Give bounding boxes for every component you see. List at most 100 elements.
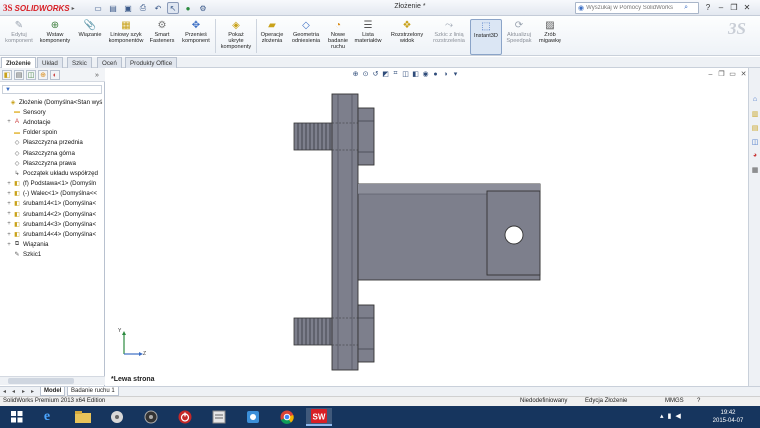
insert-components-button[interactable]: ⊕ Wstaw komponenty <box>36 19 74 55</box>
feature-tree-item[interactable]: + ◧ śrubam14<3> (Domyślna< <box>2 219 105 229</box>
feature-tree-item[interactable]: ◇ Płaszczyzna górna <box>2 148 105 158</box>
edit-component-button[interactable]: ✎ Edytuj komponent <box>4 19 34 55</box>
expand-toggle-icon[interactable]: + <box>6 232 12 238</box>
instant3d-button[interactable]: ⬚ Instant3D <box>470 19 502 55</box>
status-help-icon[interactable]: ? <box>697 397 700 406</box>
tab-layout[interactable]: Układ <box>37 57 63 68</box>
design-library-icon[interactable]: ▥ <box>750 108 760 119</box>
volume-icon[interactable]: ◀ <box>675 412 680 420</box>
minimize-icon[interactable]: – <box>716 1 726 14</box>
tab-nav-first-icon[interactable]: ◂ <box>3 388 6 395</box>
graphics-area[interactable]: ⊕ ⊙ ↺ ◩ ⌗ ◫ ◧ ◉ ● ◑ ▾ – ❐ ▭ ✕ Y Z *Lewa … <box>106 68 748 386</box>
expand-toggle-icon[interactable]: + <box>6 191 12 197</box>
tab-office-products[interactable]: Produkty Office <box>125 57 178 68</box>
base-plate[interactable] <box>331 93 359 371</box>
scrollbar-thumb[interactable] <box>8 378 74 384</box>
tab-model[interactable]: Model <box>40 387 66 396</box>
file-explorer-taskbar-icon[interactable] <box>70 408 96 426</box>
show-hidden-components-button[interactable]: ◈ Pokaż ukryte komponenty <box>217 19 255 55</box>
explode-line-sketch-button[interactable]: ⤳ Szkic z linią rozstrzelenia <box>430 19 468 55</box>
new-icon[interactable]: ▭ <box>92 2 104 14</box>
tab-sketch[interactable]: Szkic <box>67 57 92 68</box>
options-icon[interactable]: ⚙ <box>197 2 209 14</box>
feature-tree-item[interactable]: + ◧ śrubam14<2> (Domyślna< <box>2 209 105 219</box>
view-palette-icon[interactable]: ◫ <box>750 136 760 147</box>
internet-explorer-icon[interactable]: e <box>34 408 60 426</box>
linear-pattern-button[interactable]: ▦ Liniowy szyk komponentów <box>105 19 147 55</box>
expand-toggle-icon[interactable]: + <box>6 211 12 217</box>
status-units[interactable]: MMGS <box>665 397 684 406</box>
feature-tree-item[interactable]: + ◧ śrubam14<4> (Domyślna< <box>2 229 105 239</box>
tab-nav-prev-icon[interactable]: ◂ <box>12 388 15 395</box>
rebuild-icon[interactable]: ● <box>182 2 194 14</box>
search-icon[interactable]: ⌕ <box>684 4 688 12</box>
dimxpert-tab-icon[interactable]: ⊕ <box>38 70 48 80</box>
undo-icon[interactable]: ↶ <box>152 2 164 14</box>
close-icon[interactable]: ✕ <box>742 1 752 14</box>
settings-app-icon[interactable] <box>240 408 266 426</box>
feature-tree-item[interactable]: ↳ Początek układu współrzęd <box>2 168 105 178</box>
expand-toggle-icon[interactable]: + <box>6 201 12 207</box>
assembly-features-button[interactable]: ▰ Operacje złożenia <box>258 19 286 55</box>
feature-tree-item[interactable]: + ◧ (-) Walec<1> (Domyślna<< <box>2 189 105 199</box>
help-icon[interactable]: ? <box>703 1 713 14</box>
feature-tree-tab-icon[interactable]: ◧ <box>2 70 12 80</box>
restore-icon[interactable]: ❐ <box>729 1 739 14</box>
configuration-manager-tab-icon[interactable]: ◫ <box>26 70 36 80</box>
print-icon[interactable]: ⎙ <box>137 2 149 14</box>
cylinder[interactable] <box>357 183 541 281</box>
tray-arrow-icon[interactable]: ▴ <box>660 412 664 420</box>
windows-start-icon[interactable] <box>4 408 30 426</box>
feature-tree-item[interactable]: ◈ Złożenie (Domyślna<Stan wyś <box>2 97 105 107</box>
network-icon[interactable]: ▮ <box>668 412 672 420</box>
custom-properties-icon[interactable]: ▦ <box>750 164 760 175</box>
solidworks-resources-icon[interactable]: ⌂ <box>750 94 760 105</box>
bolt-head-top[interactable] <box>357 107 375 166</box>
update-speedpak-button[interactable]: ⟳ Aktualizuj Speedpak <box>504 19 534 55</box>
notepad-app-icon[interactable] <box>206 408 232 426</box>
tab-evaluate[interactable]: Oceń <box>97 57 122 68</box>
feature-tree-item[interactable]: + ◧ śrubam14<1> (Domyślna< <box>2 199 105 209</box>
expand-panel-icon[interactable]: » <box>92 70 102 80</box>
bolt-head-bottom[interactable] <box>357 304 375 363</box>
feature-tree-item[interactable]: ◇ Płaszczyzna prawa <box>2 158 105 168</box>
solidworks-taskbar-icon[interactable]: SW <box>306 408 332 426</box>
feature-tree-item[interactable]: ◇ Płaszczyzna przednia <box>2 138 105 148</box>
take-snapshot-button[interactable]: ▨ Zrób migawkę <box>536 19 564 55</box>
smart-fasteners-button[interactable]: ⚙ Smart Fasteners <box>148 19 176 55</box>
media-player-icon[interactable] <box>104 408 130 426</box>
feature-tree-item[interactable]: + ◧ (f) Podstawa<1> (Domyśln <box>2 179 105 189</box>
feature-tree-item[interactable]: + A Adnotacje <box>2 117 105 127</box>
appearances-icon[interactable]: ◕ <box>750 150 760 161</box>
app-logo[interactable]: 3S SOLIDWORKS ▸ <box>3 2 75 14</box>
feature-tree-scrollbar[interactable] <box>0 376 105 385</box>
feature-tree-item[interactable]: + ⧉ Wiązania <box>2 240 105 250</box>
feature-tree-item[interactable]: ▬ Sensory <box>2 107 105 117</box>
save-icon[interactable]: ▣ <box>122 2 134 14</box>
expand-toggle-icon[interactable]: + <box>6 181 12 187</box>
bill-of-materials-button[interactable]: ☰ Lista materiałów <box>352 19 384 55</box>
help-search-input[interactable] <box>586 5 683 11</box>
open-icon[interactable]: ▤ <box>107 2 119 14</box>
expand-toggle-icon[interactable]: + <box>6 221 12 227</box>
feature-tree-item[interactable]: ▬ Folder spoin <box>2 128 105 138</box>
power-app-icon[interactable] <box>172 408 198 426</box>
tab-assembly[interactable]: Złożenie <box>1 57 36 68</box>
move-component-button[interactable]: ✥ Przenieś komponent <box>179 19 213 55</box>
exploded-view-button[interactable]: ❖ Rozstrzelony widok <box>386 19 428 55</box>
help-search-box[interactable]: ◉ ⌕ <box>575 2 699 14</box>
expand-toggle-icon[interactable]: + <box>6 119 12 125</box>
mate-button[interactable]: 📎 Wiązanie <box>76 19 104 55</box>
display-manager-tab-icon[interactable]: ◐ <box>50 70 60 80</box>
reference-geometry-button[interactable]: ◇ Geometria odniesienia <box>288 19 324 55</box>
select-icon[interactable]: ↖ <box>167 2 179 14</box>
property-manager-tab-icon[interactable]: ▤ <box>14 70 24 80</box>
taskbar-clock[interactable]: 19:42 2015-04-07 <box>708 409 748 425</box>
tab-motion-study[interactable]: Badanie ruchu 1 <box>67 387 119 396</box>
expand-toggle-icon[interactable]: + <box>6 242 12 248</box>
tab-nav-next-icon[interactable]: ▸ <box>22 388 25 395</box>
tab-nav-last-icon[interactable]: ▸ <box>31 388 34 395</box>
feature-tree-filter[interactable]: ▼ <box>2 85 102 94</box>
disc-app-icon[interactable] <box>138 408 164 426</box>
new-motion-study-button[interactable]: ◔ Nowe badanie ruchu <box>326 19 350 55</box>
